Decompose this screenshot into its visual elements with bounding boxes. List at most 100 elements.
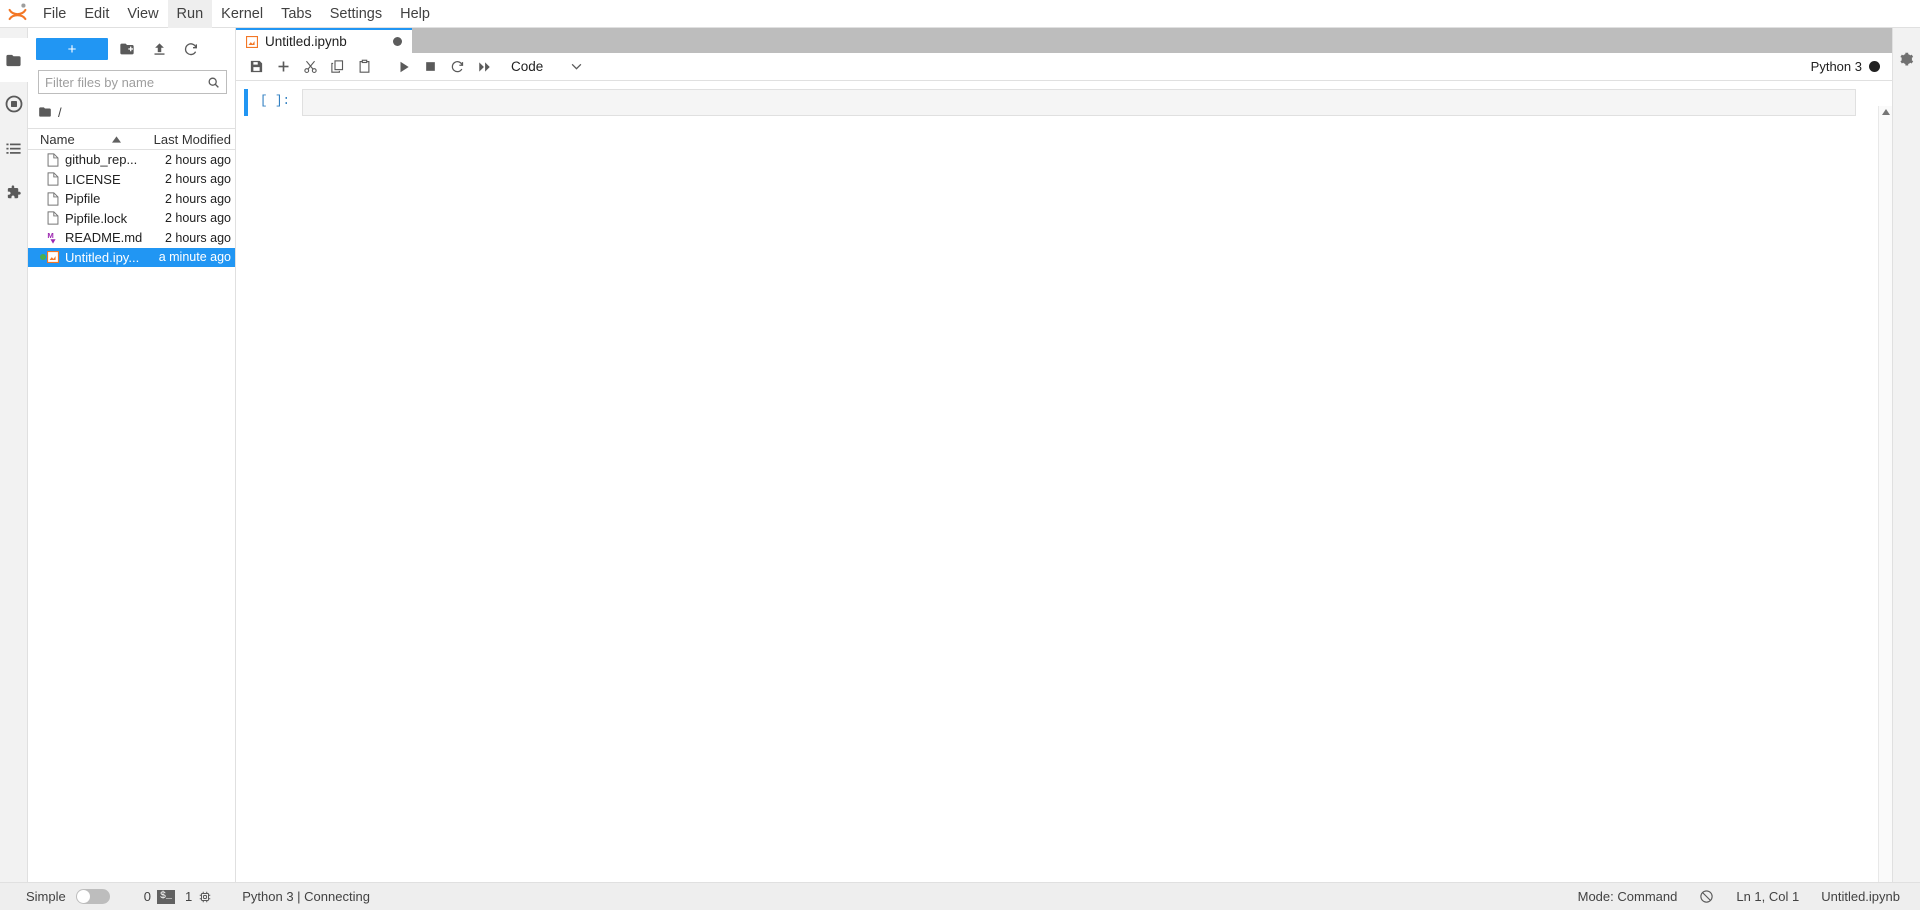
list-item[interactable]: github_rep... 2 hours ago (28, 150, 235, 170)
menu-label: File (43, 5, 67, 22)
kernel-busy-icon (1869, 61, 1880, 72)
file-modified: 2 hours ago (164, 230, 231, 245)
stop-icon[interactable] (418, 55, 443, 79)
column-label: Name (40, 131, 75, 147)
cell-type-dropdown[interactable]: Code (511, 56, 582, 78)
menu-label: Run (176, 5, 204, 22)
new-folder-icon[interactable] (114, 37, 140, 61)
file-icon (47, 211, 65, 225)
chevron-down-icon (571, 63, 582, 70)
file-list: github_rep... 2 hours ago LICENSE 2 hour… (28, 150, 235, 896)
kernel-indicator[interactable]: Python 3 (1811, 59, 1884, 74)
menu-item-file[interactable]: File (34, 0, 75, 28)
menu-item-run[interactable]: Run (167, 0, 213, 28)
file-browser-panel: + Filter files by name / Name Last Modif… (28, 28, 236, 896)
upload-icon[interactable] (146, 37, 172, 61)
file-modified: a minute ago (158, 250, 231, 265)
menu-item-tabs[interactable]: Tabs (272, 0, 321, 28)
menu-item-help[interactable]: Help (391, 0, 439, 28)
file-name: Pipfile.lock (65, 210, 128, 226)
terminals-status[interactable]: 0 $_ (144, 889, 175, 904)
cell-prompt: [ ]: (259, 94, 290, 108)
kernel-name-label: Python 3 (1810, 59, 1862, 74)
cut-icon[interactable] (298, 55, 323, 79)
menu-label: Kernel (221, 5, 264, 22)
menu-bar: File Edit View Run Kernel Tabs Settings … (0, 0, 1920, 28)
menu-label: View (127, 5, 159, 22)
cpu-chip-icon (198, 890, 212, 904)
new-launcher-button[interactable]: + (36, 38, 108, 60)
notebook-panel: Code Python 3 [ ]: (236, 53, 1892, 896)
jupyter-logo-icon (0, 0, 34, 28)
file-name: README.md (65, 230, 143, 246)
file-modified: 2 hours ago (164, 211, 231, 226)
commands-palette-icon (5, 140, 22, 157)
save-icon[interactable] (244, 55, 269, 79)
chevron-up-icon[interactable] (1881, 106, 1890, 118)
column-header-name[interactable]: Name (28, 132, 143, 147)
add-cell-icon[interactable] (271, 55, 296, 79)
copy-icon[interactable] (325, 55, 350, 79)
paste-icon[interactable] (352, 55, 377, 79)
notebook-icon (246, 35, 258, 48)
cell-type-value: Code (511, 59, 544, 74)
file-name: LICENSE (65, 171, 121, 187)
sidebar-item-file-browser[interactable] (0, 38, 28, 82)
cell-editor[interactable] (302, 89, 1856, 116)
kernels-status[interactable]: 1 (185, 889, 212, 904)
markdown-icon: M (47, 231, 65, 245)
file-modified: 2 hours ago (164, 152, 231, 167)
sidebar-item-property-inspector[interactable] (1893, 38, 1920, 82)
left-activity-bar (0, 28, 28, 896)
column-header-last-modified[interactable]: Last Modified (143, 132, 235, 147)
search-input[interactable] (45, 74, 207, 90)
list-item[interactable]: Pipfile.lock 2 hours ago (28, 209, 235, 229)
simple-mode-toggle[interactable] (75, 889, 110, 904)
list-item[interactable]: Untitled.ipy... a minute ago (28, 247, 235, 267)
menu-label: Tabs (281, 5, 312, 22)
list-item[interactable]: M README.md 2 hours ago (28, 228, 235, 248)
search-icon (207, 76, 220, 89)
menu-item-kernel[interactable]: Kernel (212, 0, 272, 28)
notebook-scrollbar[interactable] (1878, 106, 1892, 896)
terminals-count: 0 (143, 889, 151, 904)
list-item[interactable]: LICENSE 2 hours ago (28, 170, 235, 190)
filter-files-field[interactable] (38, 70, 227, 94)
list-item[interactable]: Pipfile 2 hours ago (28, 189, 235, 209)
notification-muted-icon[interactable] (1699, 889, 1714, 904)
unsaved-changes-indicator[interactable] (393, 37, 402, 46)
file-list-header: Name Last Modified (28, 128, 235, 150)
sidebar-item-command-palette[interactable] (0, 126, 28, 170)
file-name: Pipfile (65, 191, 101, 207)
run-icon[interactable] (391, 55, 416, 79)
breadcrumb[interactable]: / (28, 100, 235, 124)
file-icon (47, 153, 65, 167)
active-filename-status: Untitled.ipynb (1821, 889, 1900, 904)
kernel-status-text: Python 3 | Connecting (242, 889, 370, 904)
menu-item-edit[interactable]: Edit (75, 0, 118, 28)
notebook-cell[interactable]: [ ]: (236, 89, 1892, 116)
extension-puzzle-icon (5, 184, 22, 201)
cursor-position-status[interactable]: Ln 1, Col 1 (1736, 889, 1799, 904)
notebook-cells-area[interactable]: [ ]: (236, 81, 1892, 896)
restart-icon[interactable] (445, 55, 470, 79)
restart-run-all-icon[interactable] (472, 55, 497, 79)
sidebar-item-running-sessions[interactable] (0, 82, 28, 126)
file-name: github_rep... (65, 152, 138, 168)
right-activity-bar (1892, 28, 1920, 896)
file-icon (47, 192, 65, 206)
breadcrumb-path: / (58, 104, 62, 120)
kernel-connection-status[interactable]: Python 3 | Connecting (242, 889, 370, 904)
editor-mode-status[interactable]: Mode: Command (1578, 889, 1678, 904)
folder-icon (5, 52, 22, 69)
menu-label: Help (400, 5, 430, 22)
kernels-count: 1 (185, 889, 193, 904)
sidebar-item-extension-manager[interactable] (0, 170, 28, 214)
refresh-icon[interactable] (178, 37, 204, 61)
file-modified: 2 hours ago (164, 172, 231, 187)
file-name: Untitled.ipy... (65, 249, 140, 265)
menu-item-settings[interactable]: Settings (321, 0, 391, 28)
tab-untitled-ipynb[interactable]: Untitled.ipynb (236, 28, 412, 53)
menu-item-view[interactable]: View (118, 0, 167, 28)
running-terminals-icon (5, 95, 23, 113)
